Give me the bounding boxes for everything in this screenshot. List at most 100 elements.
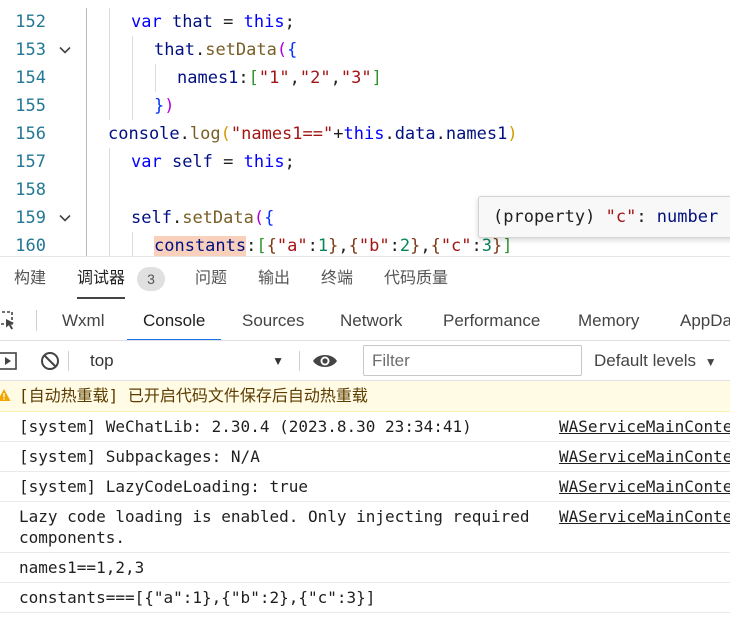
tab-build[interactable]: 构建: [14, 257, 46, 301]
tab-terminal[interactable]: 终端: [321, 257, 353, 301]
filter-input[interactable]: [363, 345, 582, 376]
message-text: [system] LazyCodeLoading: true: [19, 477, 308, 496]
tab-console[interactable]: Console: [127, 300, 222, 340]
tooltip-token: number: [656, 207, 719, 227]
console-warning-message: [自动热重载] 已开启代码文件保存后自动热重载: [0, 381, 730, 412]
console-message: constants===[{"a":1},{"b":2},{"c":3}]: [0, 583, 730, 613]
code-token: ,: [289, 68, 300, 88]
tab-network[interactable]: Network: [340, 300, 402, 340]
tab-wxml[interactable]: Wxml: [62, 300, 104, 340]
indent-guide: [109, 232, 110, 256]
toolbar-divider: [36, 310, 37, 331]
indent-guide: [155, 64, 156, 92]
indent-guide: [109, 204, 110, 232]
code-token: .: [384, 124, 395, 144]
message-text: [自动热重载] 已开启代码文件保存后自动热重载: [19, 386, 368, 405]
code-token: 1: [317, 236, 329, 256]
tab-problems[interactable]: 问题: [195, 257, 227, 301]
code-token: ,: [330, 68, 341, 88]
live-expression-eye-icon[interactable]: [312, 352, 338, 370]
debugger-count-badge: 3: [137, 267, 165, 291]
inspect-element-icon[interactable]: [0, 311, 18, 331]
warning-icon: [0, 388, 11, 402]
indent-guide: [132, 232, 133, 256]
code-token: log: [189, 124, 221, 144]
code-token: constants: [154, 236, 247, 256]
code-token: .: [179, 124, 190, 144]
code-line: 154 names1:["1","2","3"]: [0, 64, 730, 92]
code-token: {: [264, 208, 275, 228]
tab-code-quality[interactable]: 代码质量: [384, 257, 448, 301]
console-messages: [自动热重载] 已开启代码文件保存后自动热重载 [system] WeChatL…: [0, 381, 730, 618]
code-token: {: [348, 236, 359, 256]
indent-guide: [132, 64, 133, 92]
code-token: self: [161, 152, 224, 172]
message-text: constants===[{"a":1},{"b":2},{"c":3}]: [19, 588, 376, 607]
source-link[interactable]: WAServiceMainContext.js: [559, 476, 730, 497]
code-token: ;: [284, 12, 295, 32]
code-token: :: [238, 68, 249, 88]
sidebar-toggle-icon[interactable]: [0, 352, 18, 370]
log-levels-dropdown[interactable]: Default levels ▼: [594, 341, 717, 380]
line-number: 157: [15, 152, 46, 172]
code-token: 3: [481, 236, 493, 256]
code-token: this: [243, 12, 285, 32]
source-link[interactable]: WAServiceMainContext.js: [559, 506, 730, 527]
code-token: ]: [502, 236, 513, 256]
code-token: "2": [299, 68, 331, 88]
indent-guide: [86, 148, 87, 176]
code-token: names1: [445, 124, 508, 144]
source-link[interactable]: WAServiceMainContext.js: [559, 416, 730, 437]
indent-guide: [86, 8, 87, 36]
tab-debugger[interactable]: 调试器: [77, 257, 126, 301]
console-message: names1==1,2,3: [0, 553, 730, 583]
line-number: 154: [15, 68, 46, 88]
tab-memory[interactable]: Memory: [578, 300, 639, 340]
code-token: that: [161, 12, 224, 32]
code-text: that.setData({: [154, 36, 297, 64]
code-token: :: [471, 236, 482, 256]
indent-guide: [109, 36, 110, 64]
code-token: "b": [358, 236, 390, 256]
tab-performance[interactable]: Performance: [443, 300, 540, 340]
code-token: [: [248, 68, 259, 88]
code-token: {: [287, 40, 298, 60]
code-token: (: [276, 40, 288, 60]
code-token: ): [164, 96, 175, 116]
fold-chevron-icon[interactable]: [57, 210, 73, 226]
line-number: 156: [15, 124, 46, 144]
fold-chevron-icon[interactable]: [57, 42, 73, 58]
clear-console-icon[interactable]: [40, 351, 60, 371]
message-text: names1==1,2,3: [19, 558, 145, 577]
code-text: constants:[{"a":1},{"b":2},{"c":3}]: [154, 232, 513, 256]
code-text: console.log("names1=="+this.data.names1): [108, 120, 518, 148]
tab-output[interactable]: 输出: [258, 257, 290, 301]
message-text: [system] Subpackages: N/A: [19, 447, 260, 466]
code-token: [: [256, 236, 267, 256]
code-token: {: [430, 236, 441, 256]
hover-tooltip: (property) "c": number: [478, 196, 730, 238]
tab-appdata[interactable]: AppData: [680, 300, 730, 340]
code-text: self.setData({: [131, 204, 274, 232]
code-token: data: [394, 124, 436, 144]
line-number: 159: [15, 208, 46, 228]
indent-guide: [86, 64, 87, 92]
code-token: names1: [177, 68, 239, 88]
source-link[interactable]: WAServiceMainContext.js: [559, 446, 730, 467]
code-token: "1": [258, 68, 290, 88]
code-token: that: [154, 40, 195, 60]
indent-guide: [86, 176, 87, 204]
context-selector[interactable]: top ▼: [78, 346, 290, 376]
code-token: setData: [182, 208, 254, 228]
tooltip-token: :: [636, 207, 657, 227]
indent-guide: [86, 120, 87, 148]
indent-guide: [109, 148, 110, 176]
tab-sources[interactable]: Sources: [242, 300, 304, 340]
line-number: 158: [15, 180, 46, 200]
code-token: :: [307, 236, 318, 256]
code-token: 2: [399, 236, 411, 256]
indent-guide: [109, 64, 110, 92]
code-token: .: [171, 208, 183, 228]
code-token: {: [266, 236, 277, 256]
